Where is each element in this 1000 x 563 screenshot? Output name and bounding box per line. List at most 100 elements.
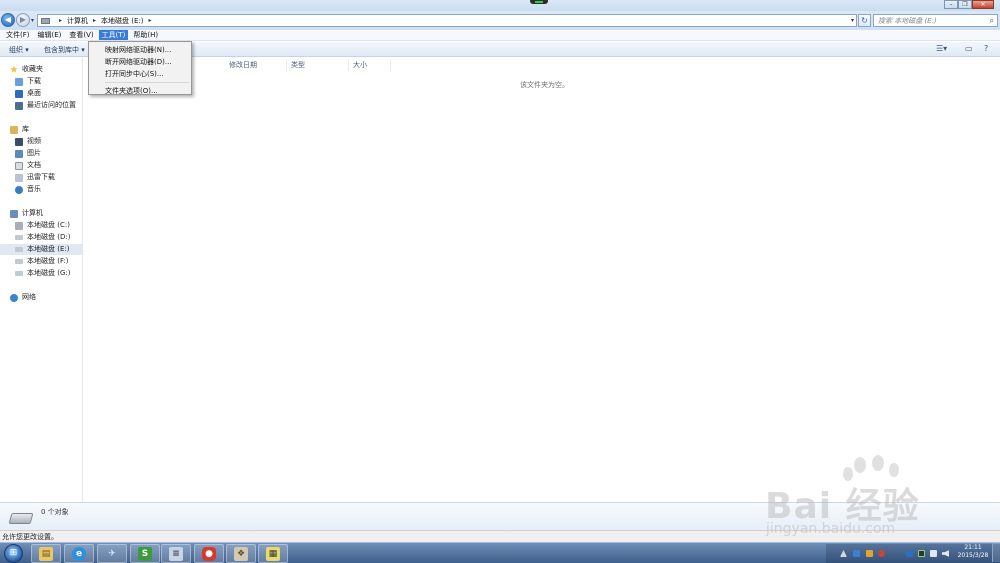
menu-view[interactable]: 查看(V) (66, 30, 96, 40)
video-icon (15, 137, 23, 146)
ie-icon: e (72, 546, 86, 561)
folder-options-item[interactable]: 文件夹选项(O)... (89, 85, 191, 97)
nav-libraries[interactable]: 库 (0, 124, 83, 135)
nav-drive-f[interactable]: 本地磁盘 (F:) (0, 256, 83, 267)
help-icon[interactable]: ? (984, 44, 988, 55)
nav-recent-places[interactable]: 最近访问的位置 (0, 100, 83, 111)
column-type[interactable]: 类型 (287, 59, 349, 71)
nav-network[interactable]: 网络 (0, 292, 83, 303)
column-size[interactable]: 大小 (349, 59, 391, 71)
nav-downloads[interactable]: 下载 (0, 76, 83, 87)
refresh-button[interactable]: ↻ (858, 14, 871, 27)
organize-button[interactable]: 组织 ▾ (9, 45, 29, 55)
map-network-drive-item[interactable]: 映射网络驱动器(N)... (89, 44, 191, 56)
clock-date: 2015/3/28 (957, 552, 989, 559)
shield-icon[interactable] (853, 550, 860, 557)
back-button[interactable]: ◀ (1, 13, 15, 27)
start-button[interactable]: ⊞ (4, 544, 23, 563)
nav-drive-c[interactable]: 本地磁盘 (C:) (0, 220, 83, 231)
recent-pages-dropdown[interactable]: ▾ (31, 17, 34, 24)
navigation-pane: 收藏夹 下载 桌面 最近访问的位置 库 视频 图片 文档 迅雷下载 音乐 计算机… (0, 58, 83, 502)
menu-help[interactable]: 帮助(H) (130, 30, 161, 40)
computer-icon (10, 209, 18, 218)
nav-desktop[interactable]: 桌面 (0, 88, 83, 99)
network-icon (10, 293, 18, 302)
title-indicator (530, 0, 548, 4)
window-controls: – ❐ ✕ (944, 0, 994, 9)
calendar-icon: ▦ (266, 546, 280, 561)
search-icon[interactable]: ⌕ (990, 16, 994, 26)
search-placeholder: 搜索 本地磁盘 (E:) (878, 17, 937, 25)
breadcrumb-drive-e[interactable]: 本地磁盘 (E:) (101, 16, 143, 26)
disconnect-network-drive-item[interactable]: 断开网络驱动器(D)... (89, 56, 191, 68)
pictures-icon (15, 149, 23, 158)
menu-edit[interactable]: 编辑(E) (35, 30, 65, 40)
music-icon (15, 185, 23, 194)
library-icon (10, 125, 18, 134)
nav-drive-e[interactable]: 本地磁盘 (E:) (0, 244, 83, 255)
minimize-button[interactable]: – (944, 0, 958, 9)
breadcrumb-separator-icon[interactable]: ▸ (59, 17, 62, 24)
taskbar-explorer[interactable]: ▤ (31, 544, 61, 563)
address-history-dropdown[interactable]: ▾ (851, 17, 854, 24)
downloads-icon (15, 77, 23, 86)
menu-file[interactable]: 文件(F) (3, 30, 33, 40)
menu-separator (105, 82, 189, 83)
close-button[interactable]: ✕ (972, 0, 994, 9)
column-date-modified[interactable]: 修改日期 (225, 59, 287, 71)
drive-icon (15, 247, 23, 252)
folder-icon (15, 173, 23, 182)
maximize-button[interactable]: ❐ (958, 0, 972, 9)
taskbar-notepad[interactable]: ≡ (161, 544, 191, 563)
nav-documents[interactable]: 文档 (0, 160, 83, 171)
documents-icon (15, 161, 23, 170)
drive-icon (15, 235, 23, 240)
breadcrumb-separator-icon[interactable]: ▸ (93, 17, 96, 24)
include-in-library-button[interactable]: 包含到库中 ▾ (44, 45, 85, 55)
taskbar-photo-app[interactable]: ❖ (226, 544, 256, 563)
nav-drive-d[interactable]: 本地磁盘 (D:) (0, 232, 83, 243)
recent-places-icon (15, 101, 23, 110)
drive-icon (8, 513, 34, 524)
qq-icon[interactable] (878, 550, 885, 557)
nav-favorites[interactable]: 收藏夹 (0, 64, 83, 75)
nav-computer[interactable]: 计算机 (0, 208, 83, 219)
menu-tools[interactable]: 工具(T) (98, 30, 129, 40)
nav-pictures[interactable]: 图片 (0, 148, 83, 159)
forward-button[interactable]: ▶ (16, 13, 30, 27)
preview-pane-icon[interactable]: ▭ (965, 44, 973, 55)
tray-info-icon[interactable] (906, 550, 913, 557)
watermark-url: jingyan.baidu.com (766, 521, 896, 537)
nav-music[interactable]: 音乐 (0, 184, 83, 195)
show-desktop-button[interactable] (992, 543, 1000, 562)
nav-drive-g[interactable]: 本地磁盘 (G:) (0, 268, 83, 279)
drive-icon (15, 259, 23, 264)
computer-icon (41, 17, 50, 24)
tray-app-icon[interactable] (866, 550, 873, 557)
nav-videos[interactable]: 视频 (0, 136, 83, 147)
nav-thunder-downloads[interactable]: 迅雷下载 (0, 172, 83, 183)
address-bar[interactable]: ▸ 计算机 ▸ 本地磁盘 (E:) ▸ ▾ (37, 14, 857, 27)
clock-time: 21:11 (964, 544, 982, 551)
star-icon (10, 65, 18, 73)
taskbar-clock[interactable]: 21:11 2015/3/28 (956, 544, 990, 560)
volume-icon[interactable] (942, 550, 949, 557)
taskbar-wps[interactable]: S (130, 544, 160, 563)
search-input[interactable]: 搜索 本地磁盘 (E:) ⌕ (873, 14, 998, 27)
breadcrumb-computer[interactable]: 计算机 (67, 16, 88, 26)
plane-icon: ✈ (108, 548, 116, 559)
menu-bar: 文件(F) 编辑(E) 查看(V) 工具(T) 帮助(H) (0, 30, 1000, 41)
tray-expand-icon[interactable] (840, 550, 847, 557)
taskbar-calendar-app[interactable]: ▦ (258, 544, 288, 563)
breadcrumb: ▸ 计算机 ▸ 本地磁盘 (E:) ▸ (54, 16, 157, 26)
tray-monitor-icon[interactable] (918, 550, 925, 557)
taskbar-red-app[interactable]: ● (194, 544, 224, 563)
system-drive-icon (15, 221, 23, 230)
open-sync-center-item[interactable]: 打开同步中心(S)... (89, 68, 191, 80)
view-options-icon[interactable]: ☰▾ (936, 44, 947, 55)
empty-folder-message: 该文件夹为空。 (520, 81, 569, 89)
breadcrumb-separator-icon[interactable]: ▸ (149, 17, 152, 24)
taskbar-plane-app[interactable]: ✈ (97, 544, 127, 563)
network-status-icon[interactable] (930, 550, 937, 557)
taskbar-ie[interactable]: e (64, 544, 94, 563)
